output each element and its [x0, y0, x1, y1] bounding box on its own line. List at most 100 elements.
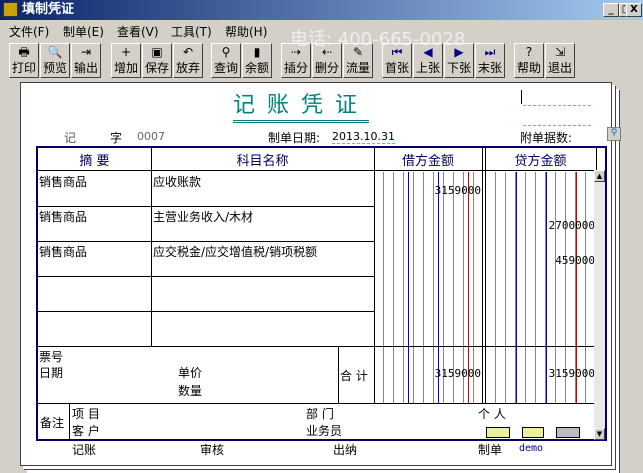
- help-icon: ?: [525, 45, 533, 59]
- salesman-label: 业务员: [306, 424, 343, 438]
- toolbar-pencil-button[interactable]: ✎ 流量: [343, 43, 373, 78]
- toolbar-save-button[interactable]: ▣ 保存: [142, 43, 172, 78]
- maker-label: 制单: [478, 443, 503, 457]
- header-debit: 借方金额: [401, 154, 454, 169]
- last-icon: ⏭: [484, 45, 496, 59]
- binoculars-icon: ⚲: [221, 45, 231, 59]
- summary-cell[interactable]: 销售商品: [39, 243, 87, 260]
- toolbar-last-button[interactable]: ⏭ 末张: [475, 43, 505, 78]
- toolbar-label: 退出: [547, 61, 572, 75]
- notes-icon[interactable]: [486, 427, 510, 438]
- toolbar-label: 上张: [415, 61, 440, 75]
- toolbar-label: 下张: [446, 61, 471, 75]
- date-label: 日期: [39, 366, 64, 380]
- summary-cell[interactable]: 销售商品: [39, 208, 87, 225]
- add-icon: +: [120, 45, 132, 59]
- toolbar-next-button[interactable]: ▶ 下张: [444, 43, 474, 78]
- account-cell[interactable]: 主营业务收入/木材: [153, 208, 253, 225]
- export-icon: ⇥: [80, 45, 92, 59]
- toolbar-binoculars-button[interactable]: ⚲ 查询: [211, 43, 241, 78]
- account-cell[interactable]: 应交税金/应交增值税/销项税额: [153, 243, 317, 260]
- menu-file[interactable]: 文件(F): [9, 23, 49, 40]
- toolbar-label: 增加: [113, 61, 138, 75]
- price-label: 单价: [178, 366, 203, 380]
- toolbar-prev-button[interactable]: ◀ 上张: [413, 43, 443, 78]
- toolbar-delete-row-button[interactable]: ⇠ 删分: [312, 43, 342, 78]
- date-field[interactable]: 2013.10.31: [332, 130, 395, 144]
- maker-name: demo: [519, 443, 544, 454]
- save-icon: ▣: [151, 45, 163, 59]
- toolbar-label: 帮助: [516, 61, 541, 75]
- ticket-label: 票号: [39, 350, 64, 364]
- divider: [523, 105, 591, 106]
- toolbar-help-button[interactable]: ? 帮助: [514, 43, 544, 78]
- toolbar-add-button[interactable]: + 增加: [111, 43, 141, 78]
- header-summary: 摘 要: [79, 154, 110, 169]
- toolbar-chart-button[interactable]: ▮ 余额: [242, 43, 272, 78]
- menu-bar: 文件(F) 制单(E) 查看(V) 工具(T) 帮助(H): [0, 21, 643, 39]
- toolbar-insert-row-button[interactable]: ⇢ 插分: [281, 43, 311, 78]
- toolbar-label: 插分: [283, 61, 308, 75]
- toolbar-label: 预览: [42, 61, 67, 75]
- toolbar-label: 查询: [213, 61, 238, 75]
- toolbar-label: 打印: [11, 61, 36, 75]
- voucher-title: 记账凭证: [233, 92, 370, 123]
- toolbar-exit-button[interactable]: ⇲ 退出: [545, 43, 575, 78]
- menu-view[interactable]: 查看(V): [117, 23, 159, 40]
- toolbar-printer-button[interactable]: 🖶 打印: [9, 43, 39, 78]
- toolbar-export-button[interactable]: ⇥ 输出: [71, 43, 101, 78]
- toolbar-undo-button[interactable]: ↶ 放弃: [173, 43, 203, 78]
- toolbar-label: 流量: [345, 61, 370, 75]
- project-label: 项 目: [72, 407, 100, 421]
- app-icon: [3, 2, 18, 17]
- title-bar: 填制凭证: [0, 0, 643, 20]
- close-button[interactable]: X: [626, 3, 642, 17]
- credit-cell[interactable]: 459000: [485, 254, 595, 267]
- chart-icon: ▮: [253, 45, 261, 59]
- printer-icon: 🖶: [18, 45, 30, 59]
- delete-row-icon: ⇠: [321, 45, 333, 59]
- toolbar-label: 删分: [314, 61, 339, 75]
- menu-voucher[interactable]: 制单(E): [63, 23, 104, 40]
- remarks-label: 备注: [40, 416, 65, 430]
- posting-label: 记账: [72, 443, 97, 457]
- card-icon[interactable]: [522, 427, 544, 438]
- toolbar-first-button[interactable]: ⏮ 首张: [382, 43, 412, 78]
- cashier-label: 出纳: [333, 443, 358, 457]
- window-title: 填制凭证: [22, 2, 75, 17]
- menu-tools[interactable]: 工具(T): [171, 23, 212, 40]
- first-icon: ⏮: [391, 45, 403, 59]
- account-cell[interactable]: 应收账款: [153, 173, 201, 190]
- undo-icon: ↶: [182, 45, 194, 59]
- header-credit: 贷方金额: [514, 154, 567, 169]
- prev-icon: ◀: [423, 45, 433, 59]
- attachments-label: 附单据数:: [520, 131, 573, 145]
- toolbar-label: 保存: [144, 61, 169, 75]
- voucher-type-field[interactable]: 记: [36, 129, 76, 147]
- menu-help[interactable]: 帮助(H): [225, 23, 267, 40]
- header-account: 科目名称: [236, 154, 289, 169]
- tool-icon[interactable]: [556, 427, 580, 438]
- search-icon[interactable]: ⚲: [607, 127, 621, 141]
- toolbar-preview-button[interactable]: 🔍 预览: [40, 43, 70, 78]
- toolbar-label: 余额: [244, 61, 269, 75]
- pencil-icon: ✎: [352, 45, 364, 59]
- divider: [523, 125, 591, 126]
- credit-cell[interactable]: 2700000: [485, 219, 595, 232]
- total-credit: 3159000: [548, 367, 595, 380]
- summary-cell[interactable]: 销售商品: [39, 173, 87, 190]
- debit-cell[interactable]: 3159000: [374, 184, 481, 197]
- customer-label: 客 户: [72, 424, 100, 438]
- minimize-button[interactable]: _: [603, 3, 619, 17]
- toolbar-label: 首张: [384, 61, 409, 75]
- preview-icon: 🔍: [47, 45, 63, 59]
- scroll-down-button[interactable]: ▼: [594, 428, 605, 440]
- toolbar-label: 输出: [73, 61, 98, 75]
- quantity-label: 数量: [178, 384, 203, 398]
- vertical-scrollbar[interactable]: ▲ ▼: [594, 170, 605, 440]
- scroll-up-button[interactable]: ▲: [594, 170, 605, 182]
- voucher-number[interactable]: 0007: [137, 130, 165, 143]
- department-label: 部 门: [306, 407, 334, 421]
- voucher-table: 摘 要 科目名称 借方金额 贷方金额 销售商品 应收账款 3159000 销售商…: [36, 146, 607, 441]
- toolbar-label: 末张: [477, 61, 502, 75]
